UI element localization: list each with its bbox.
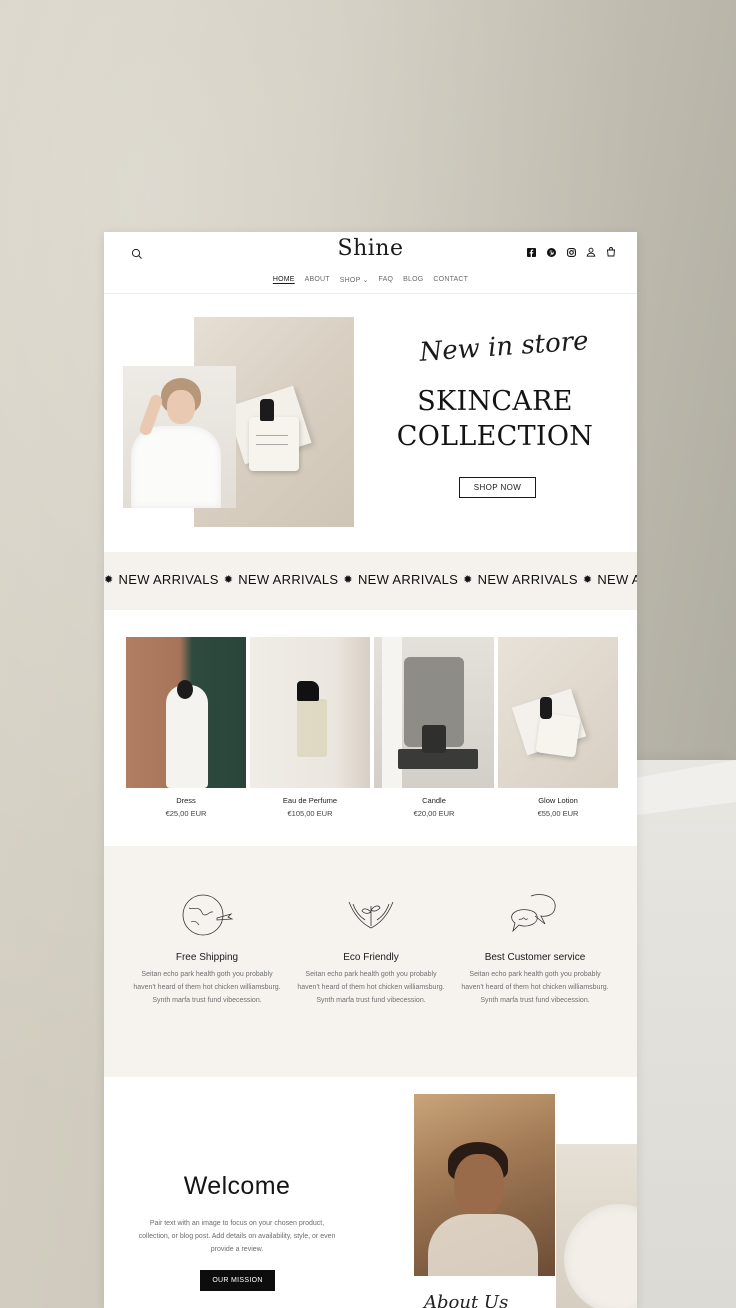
product-card-lotion[interactable]: Glow Lotion €55,00 EUR xyxy=(498,637,618,818)
feature-eco-friendly: Eco Friendly Seitan echo park health got… xyxy=(296,890,446,1007)
model-shirt xyxy=(131,426,221,508)
dress-figure xyxy=(166,685,208,788)
nav-contact[interactable]: CONTACT xyxy=(433,276,468,284)
welcome-image-plate xyxy=(556,1144,637,1308)
feature-free-shipping: Free Shipping Seitan echo park health go… xyxy=(132,890,282,1007)
welcome-text: Pair text with an image to focus on your… xyxy=(138,1220,336,1253)
product-grid: Dress €25,00 EUR Eau de Perfume €105,00 … xyxy=(126,637,618,818)
star-icon: ✹ xyxy=(582,574,593,586)
dress-head xyxy=(177,680,193,699)
welcome-heading: Welcome xyxy=(183,1172,291,1200)
perfume-bottle xyxy=(297,699,327,757)
product-card-candle[interactable]: Candle €20,00 EUR xyxy=(374,637,494,818)
hero-image-model xyxy=(123,366,236,508)
shop-now-button[interactable]: SHOP NOW xyxy=(459,477,536,498)
marquee-item: ✹ NEW ARRIVALS xyxy=(104,572,219,587)
marquee-item: ✹ NEW ARRIVALS xyxy=(224,572,339,587)
product-name[interactable]: Glow Lotion xyxy=(498,796,618,805)
candle xyxy=(422,725,446,753)
product-name[interactable]: Candle xyxy=(374,796,494,805)
star-icon: ✹ xyxy=(104,574,114,586)
features-section: Free Shipping Seitan echo park health go… xyxy=(104,846,637,1077)
marquee-track: ✹ NEW ARRIVALS ✹ NEW ARRIVALS ✹ NEW ARRIVAL… xyxy=(104,572,637,587)
product-price: €55,00 EUR xyxy=(537,809,579,818)
feature-customer-service: Best Customer service Seitan echo park h… xyxy=(460,890,610,1007)
marquee-text: NEW ARRIVALS xyxy=(238,572,339,587)
feature-title: Free Shipping xyxy=(175,952,239,963)
new-arrivals-marquee: ✹ NEW ARRIVALS ✹ NEW ARRIVALS ✹ NEW ARRIVAL… xyxy=(104,552,637,610)
model-face xyxy=(454,1154,504,1216)
marquee-text: NEW ARRIVALS xyxy=(357,572,459,587)
globe-plane-icon xyxy=(182,894,234,936)
nav-faq[interactable]: FAQ xyxy=(379,276,394,284)
lotion-bottle xyxy=(535,712,581,758)
marquee-text: NEW ARRIVALS xyxy=(118,572,219,587)
our-mission-button[interactable]: OUR MISSION xyxy=(200,1270,275,1291)
model-face xyxy=(167,390,195,424)
marquee-text: NEW ARRIVALS xyxy=(597,572,637,587)
perfume-sprayer xyxy=(297,681,319,701)
chat-bubbles-icon xyxy=(511,894,556,933)
product-card-perfume[interactable]: Eau de Perfume €105,00 EUR xyxy=(250,637,370,818)
hero-title-line2: COLLECTION xyxy=(396,421,594,452)
product-image-dress[interactable] xyxy=(126,637,246,788)
star-icon: ✹ xyxy=(223,574,234,586)
nav-blog[interactable]: BLOG xyxy=(403,276,423,284)
cart-icon[interactable] xyxy=(605,246,617,258)
model-body xyxy=(428,1214,538,1276)
product-name[interactable]: Eau de Perfume xyxy=(250,796,370,805)
star-icon: ✹ xyxy=(343,574,353,586)
marquee-item: ✹ NEW ARRIVALS xyxy=(343,572,458,587)
about-script-heading: About Us xyxy=(424,1292,509,1308)
marquee-item: ✹ NEW ARRIVALS xyxy=(463,572,578,587)
nav-about[interactable]: ABOUT xyxy=(305,276,330,284)
feature-text: Seitan echo park health goth you probabl… xyxy=(461,971,609,1004)
product-price: €20,00 EUR xyxy=(413,809,455,818)
product-name[interactable]: Dress xyxy=(126,796,246,805)
feature-title: Best Customer service xyxy=(484,952,586,963)
hands-plant-icon xyxy=(348,901,394,929)
marquee-item: ✹ NEW ARRIVALS xyxy=(583,572,637,587)
product-price: €105,00 EUR xyxy=(287,809,333,818)
header-icons xyxy=(525,246,617,258)
product-image-candle[interactable] xyxy=(374,637,494,788)
lotion-dropper xyxy=(540,697,552,719)
feature-text: Seitan echo park health goth you probabl… xyxy=(133,971,281,1004)
serum-dropper xyxy=(260,399,274,421)
feature-title: Eco Friendly xyxy=(343,952,399,963)
instagram-icon[interactable] xyxy=(565,246,577,258)
ceramic-plate xyxy=(564,1204,637,1308)
product-price: €25,00 EUR xyxy=(165,809,207,818)
bottle-label xyxy=(256,435,288,445)
account-icon[interactable] xyxy=(585,246,597,258)
chevron-down-icon: ⌄ xyxy=(362,277,369,284)
nav-home[interactable]: HOME xyxy=(273,276,295,284)
product-card-dress[interactable]: Dress €25,00 EUR xyxy=(126,637,246,818)
product-image-lotion[interactable] xyxy=(498,637,618,788)
website-mockup: Shine HOME ABOUT SHOP ⌄ FAQ BLOG CONTACT… xyxy=(104,232,637,1308)
welcome-image-model xyxy=(414,1094,555,1276)
nav-shop-label: SHOP xyxy=(339,277,361,284)
hero-title-line1: SKINCARE xyxy=(417,386,573,417)
star-icon: ✹ xyxy=(463,574,473,586)
facebook-icon[interactable] xyxy=(525,246,537,258)
main-nav: HOME ABOUT SHOP ⌄ FAQ BLOG CONTACT xyxy=(104,276,637,284)
marquee-text: NEW ARRIVALS xyxy=(477,572,578,587)
pinterest-icon[interactable] xyxy=(545,246,557,258)
hero-title: SKINCARE COLLECTION xyxy=(387,384,603,454)
hero-script-heading: New in store xyxy=(418,326,590,368)
feature-text: Seitan echo park health goth you probabl… xyxy=(297,971,445,1004)
product-image-perfume[interactable] xyxy=(250,637,370,788)
nav-shop[interactable]: SHOP ⌄ xyxy=(340,276,369,284)
site-header: Shine HOME ABOUT SHOP ⌄ FAQ BLOG CONTACT xyxy=(104,232,637,294)
